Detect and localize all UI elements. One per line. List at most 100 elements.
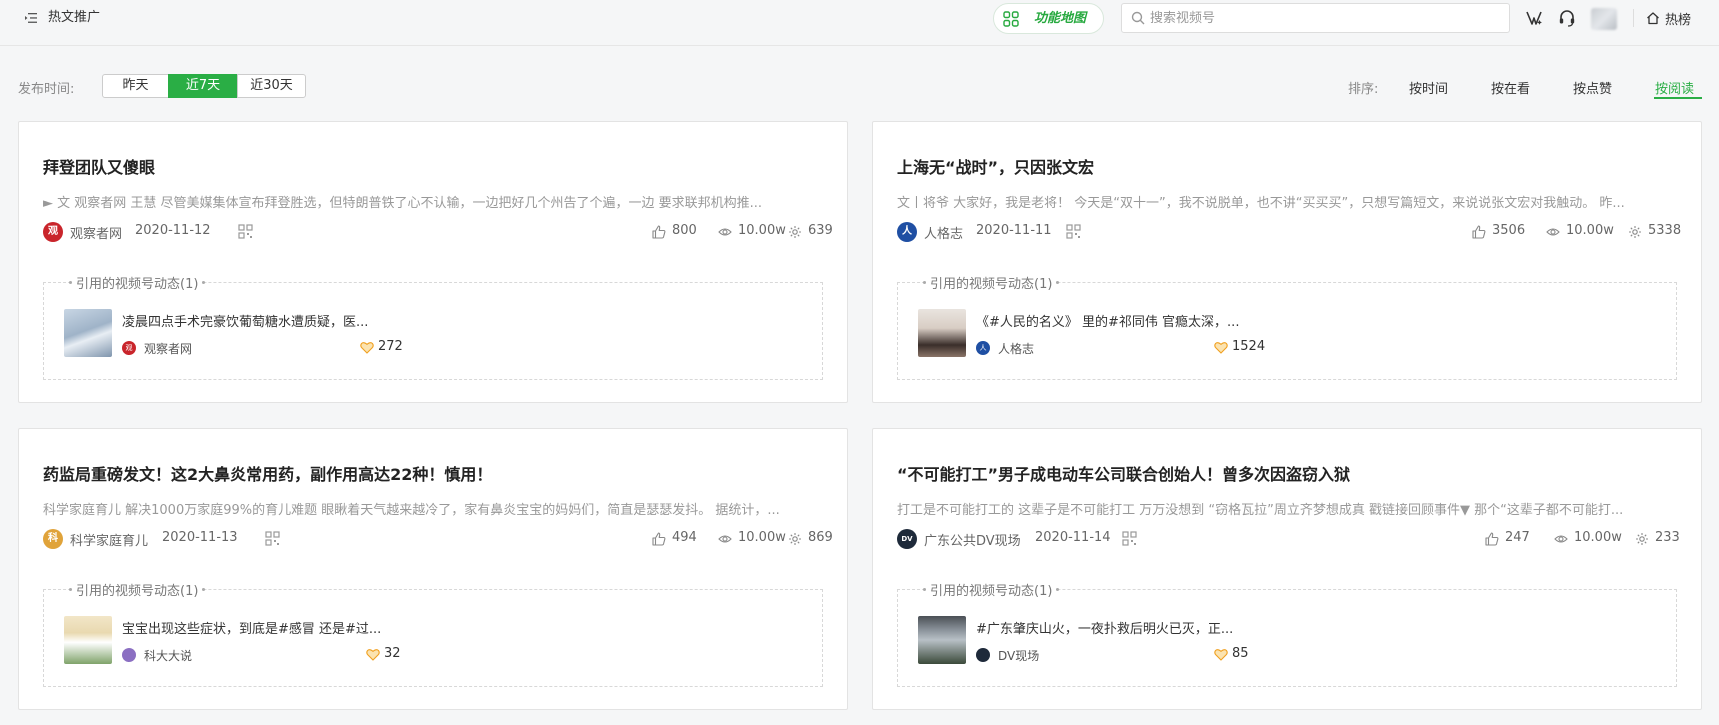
sort-by-time[interactable]: 按时间: [1409, 78, 1448, 97]
source-name[interactable]: 科学家庭育儿: [70, 530, 148, 549]
heart-icon: [1214, 342, 1228, 354]
article-title[interactable]: 药监局重磅发文！这2大鼻炎常用药，副作用高达22种！慎用！: [43, 461, 492, 485]
video-thumbnail[interactable]: [918, 309, 966, 357]
search-box[interactable]: [1121, 3, 1510, 33]
eye-icon: [718, 535, 732, 543]
ref-source-name: DV现场: [998, 649, 1040, 663]
like-count-value: 800: [672, 223, 697, 238]
thumbs-up-icon: [652, 532, 666, 546]
share-count-value: 639: [808, 223, 833, 238]
video-thumbnail[interactable]: [64, 309, 112, 357]
ref-video-title[interactable]: 凌晨四点手术完豪饮葡萄糖水遭质疑，医...: [122, 311, 368, 330]
article-excerpt: ► 文 观察者网 王慧 尽管美媒集体宣布拜登胜选，但特朗普铁了心不认输，一边把好…: [43, 196, 763, 211]
source-logo: 人: [897, 222, 917, 242]
article-title[interactable]: 上海无“战时”，只因张文宏: [897, 154, 1094, 178]
source-logo: DV: [897, 529, 917, 549]
source-logo: 科: [43, 529, 63, 549]
ref-like-value: 85: [1232, 646, 1249, 661]
heart-icon: [366, 649, 380, 661]
article-meta: 科 科学家庭育儿 2020-11-13 494 10.00w 869: [43, 529, 833, 549]
like-count-value: 247: [1505, 530, 1530, 545]
share-gear-icon: [1629, 226, 1641, 238]
ai-sparkle-icon[interactable]: [1524, 8, 1544, 28]
eye-icon: [1546, 228, 1560, 236]
ref-video-title[interactable]: 《#人民的名义》 里的#祁同伟 官瘾太深，...: [976, 311, 1239, 330]
header-divider: [1633, 9, 1634, 27]
referenced-video-box: 引用的视频号动态(1) 《#人民的名义》 里的#祁同伟 官瘾太深，... 人 人…: [897, 273, 1677, 380]
sort-by-reads[interactable]: 按阅读: [1655, 78, 1694, 97]
source-name[interactable]: 观察者网: [70, 223, 122, 242]
search-icon: [1131, 11, 1145, 25]
referenced-video-box: 引用的视频号动态(1) 凌晨四点手术完豪饮葡萄糖水遭质疑，医... 观 观察者网…: [43, 273, 823, 380]
share-count-value: 5338: [1648, 223, 1682, 238]
source-logo: 观: [43, 222, 63, 242]
grid-apps-icon: [1003, 11, 1019, 27]
article-title[interactable]: “不可能打工”男子成电动车公司联合创始人！曾多次因盗窃入狱: [897, 461, 1350, 485]
publish-date: 2020-11-13: [162, 530, 238, 545]
ref-section-label: 引用的视频号动态(1): [68, 273, 206, 292]
thumbs-up-icon: [652, 225, 666, 239]
sort-by-watching[interactable]: 按在看: [1491, 78, 1530, 97]
heart-icon: [1214, 649, 1228, 661]
article-card[interactable]: 上海无“战时”，只因张文宏 文丨将爷 大家好，我是老将！ 今天是“双十一”，我不…: [872, 121, 1702, 403]
article-excerpt: 科学家庭育儿 解决1000万家庭99%的育儿难题 眼瞅着天气越来越冷了，家有鼻炎…: [43, 503, 780, 518]
date-filter-yesterday[interactable]: 昨天: [102, 74, 169, 98]
qr-code-icon[interactable]: [1122, 531, 1137, 546]
video-thumbnail[interactable]: [918, 616, 966, 664]
ref-section-label: 引用的视频号动态(1): [922, 580, 1060, 599]
source-name[interactable]: 人格志: [924, 223, 963, 242]
home-icon: [1647, 12, 1659, 25]
search-input[interactable]: [1150, 8, 1490, 28]
ref-source-name: 观察者网: [144, 342, 193, 356]
date-filter-7days[interactable]: 近7天: [168, 74, 238, 98]
share-gear-icon: [789, 533, 801, 545]
top-bar: 热文推广 功能地图 热榜: [0, 0, 1719, 46]
share-gear-icon: [1636, 533, 1648, 545]
menu-collapse-icon[interactable]: [24, 11, 38, 25]
ref-source-logo: 人: [976, 341, 990, 355]
video-thumbnail[interactable]: [64, 616, 112, 664]
referenced-video-box: 引用的视频号动态(1) 宝宝出现这些症状，到底是#感冒 还是#过... 科大大说…: [43, 580, 823, 687]
ref-video-title[interactable]: 宝宝出现这些症状，到底是#感冒 还是#过...: [122, 618, 381, 637]
ref-like-value: 1524: [1232, 339, 1266, 354]
user-avatar[interactable]: [1591, 8, 1617, 30]
share-count-value: 869: [808, 530, 833, 545]
sort-active-indicator: [1654, 97, 1702, 99]
thumbs-up-icon: [1472, 225, 1486, 239]
hot-rank-label: 热榜: [1665, 13, 1692, 28]
article-card[interactable]: 拜登团队又傻眼 ► 文 观察者网 王慧 尽管美媒集体宣布拜登胜选，但特朗普铁了心…: [18, 121, 848, 403]
source-name[interactable]: 广东公共DV现场: [924, 530, 1021, 549]
publish-time-label: 发布时间:: [18, 82, 75, 97]
eye-icon: [718, 228, 732, 236]
date-filter-30days[interactable]: 近30天: [237, 74, 306, 98]
ref-video-title[interactable]: #广东肇庆山火，一夜扑救后明火已灭，正...: [976, 618, 1233, 637]
page-title: 热文推广: [48, 10, 101, 25]
article-title[interactable]: 拜登团队又傻眼: [43, 154, 155, 178]
ref-source-logo: [122, 648, 136, 662]
function-map-button[interactable]: 功能地图: [993, 3, 1104, 34]
ref-like-value: 272: [378, 339, 403, 354]
article-meta: DV 广东公共DV现场 2020-11-14 247 10.00w 233: [897, 529, 1680, 549]
qr-code-icon[interactable]: [1066, 224, 1081, 239]
read-count-value: 10.00w: [738, 530, 786, 545]
sort-by-likes[interactable]: 按点赞: [1573, 78, 1612, 97]
ref-source-logo: 观: [122, 341, 136, 355]
article-card[interactable]: “不可能打工”男子成电动车公司联合创始人！曾多次因盗窃入狱 打工是不可能打工的 …: [872, 428, 1702, 710]
article-card[interactable]: 药监局重磅发文！这2大鼻炎常用药，副作用高达22种！慎用！ 科学家庭育儿 解决1…: [18, 428, 848, 710]
article-excerpt: 打工是不可能打工的 这辈子是不可能打工 万万没想到 “窃格瓦拉”周立齐梦想成真 …: [897, 503, 1624, 518]
eye-icon: [1554, 535, 1568, 543]
ref-section-label: 引用的视频号动态(1): [68, 580, 206, 599]
referenced-video-box: 引用的视频号动态(1) #广东肇庆山火，一夜扑救后明火已灭，正... DV现场 …: [897, 580, 1677, 687]
publish-date: 2020-11-11: [976, 223, 1052, 238]
read-count-value: 10.00w: [1574, 530, 1622, 545]
ref-source-logo: [976, 648, 990, 662]
read-count-value: 10.00w: [738, 223, 786, 238]
function-map-label: 功能地图: [1034, 11, 1087, 26]
publish-date: 2020-11-12: [135, 223, 211, 238]
qr-code-icon[interactable]: [265, 531, 280, 546]
ref-source-name: 人格志: [998, 342, 1035, 356]
like-count-value: 494: [672, 530, 697, 545]
headset-icon[interactable]: [1557, 8, 1577, 28]
qr-code-icon[interactable]: [238, 224, 253, 239]
like-count-value: 3506: [1492, 223, 1526, 238]
